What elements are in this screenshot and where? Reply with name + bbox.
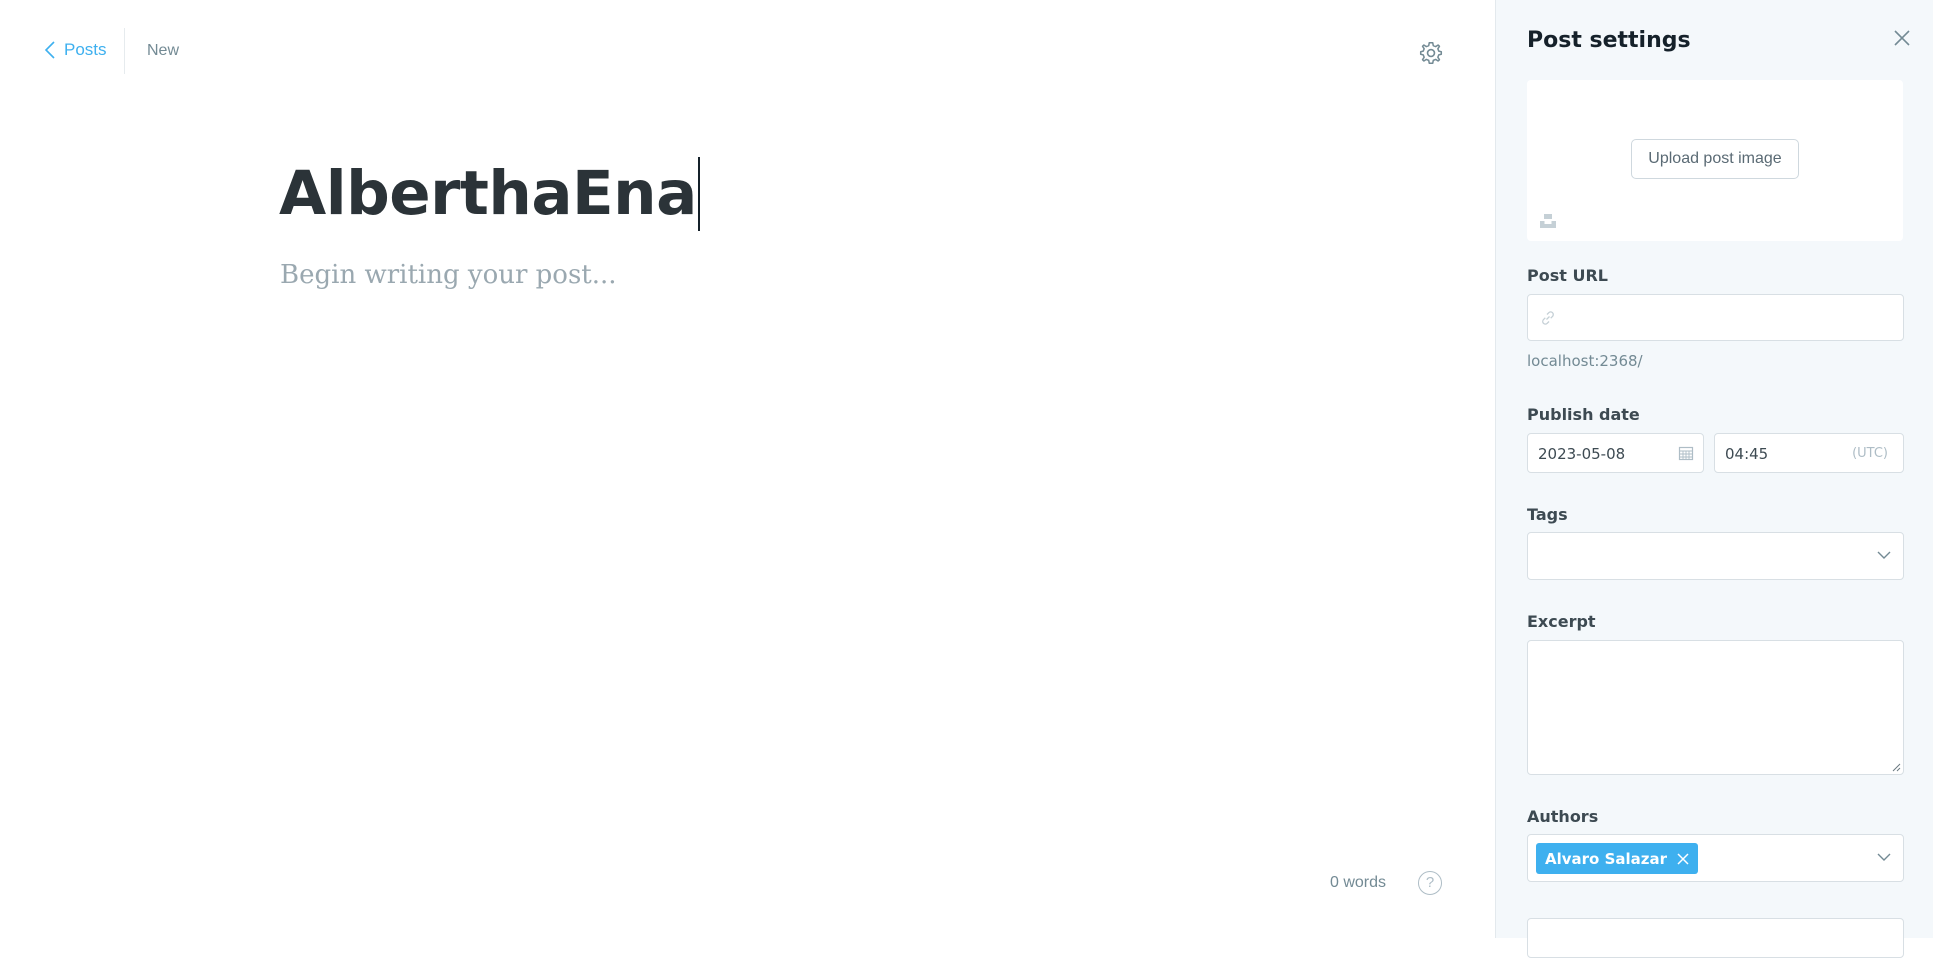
post-image-dropzone[interactable]: Upload post image [1527, 80, 1903, 241]
header-divider [124, 28, 125, 74]
editor-area: Posts New AlberthaEna Begin writing your… [0, 0, 1495, 938]
help-button[interactable]: ? [1418, 871, 1442, 895]
close-settings-button[interactable] [1892, 28, 1912, 48]
post-url-label: Post URL [1527, 266, 1608, 285]
chevron-left-icon [44, 41, 55, 59]
publish-time-value: 04:45 [1725, 445, 1769, 463]
author-name: Alvaro Salazar [1545, 849, 1668, 868]
post-settings-panel: Post settings Upload post image Post URL… [1495, 0, 1933, 958]
authors-label: Authors [1527, 807, 1599, 826]
settings-toggle-button[interactable] [1418, 40, 1444, 66]
back-to-posts-link[interactable]: Posts [44, 40, 107, 60]
publish-date-label: Publish date [1527, 405, 1640, 424]
authors-select[interactable]: Alvaro Salazar [1527, 834, 1904, 882]
next-settings-field[interactable] [1527, 918, 1904, 958]
word-count: 0 words [1330, 874, 1387, 891]
post-status: New [147, 42, 180, 59]
post-body-editor[interactable]: Begin writing your post... [280, 260, 617, 290]
question-mark-icon: ? [1425, 874, 1435, 891]
resize-handle-icon[interactable] [1891, 762, 1901, 772]
upload-post-image-button[interactable]: Upload post image [1631, 139, 1799, 179]
editor-header: Posts New [0, 0, 1495, 106]
tags-select[interactable] [1527, 532, 1904, 580]
gear-icon [1419, 41, 1443, 65]
publish-date-value: 2023-05-08 [1538, 445, 1626, 463]
close-icon [1894, 30, 1910, 46]
post-url-preview: localhost:2368/ [1527, 352, 1643, 370]
unsplash-icon[interactable] [1539, 213, 1557, 229]
publish-time-input[interactable]: 04:45 (UTC) [1714, 433, 1904, 473]
excerpt-textarea[interactable] [1527, 640, 1904, 775]
timezone-label: (UTC) [1852, 446, 1888, 461]
calendar-icon[interactable] [1678, 445, 1694, 461]
remove-author-icon[interactable] [1677, 852, 1689, 865]
post-title-input[interactable]: AlberthaEna [279, 157, 700, 232]
author-token[interactable]: Alvaro Salazar [1536, 843, 1699, 874]
chevron-down-icon [1877, 551, 1891, 559]
panel-title: Post settings [1527, 28, 1691, 53]
text-cursor [697, 157, 700, 232]
publish-date-input[interactable]: 2023-05-08 [1527, 433, 1704, 473]
link-icon [1542, 311, 1554, 325]
excerpt-label: Excerpt [1527, 612, 1596, 631]
tags-label: Tags [1527, 505, 1568, 524]
post-title-text: AlberthaEna [279, 158, 697, 229]
post-url-input[interactable] [1527, 294, 1904, 341]
back-link-label: Posts [64, 40, 107, 59]
chevron-down-icon [1877, 853, 1891, 861]
